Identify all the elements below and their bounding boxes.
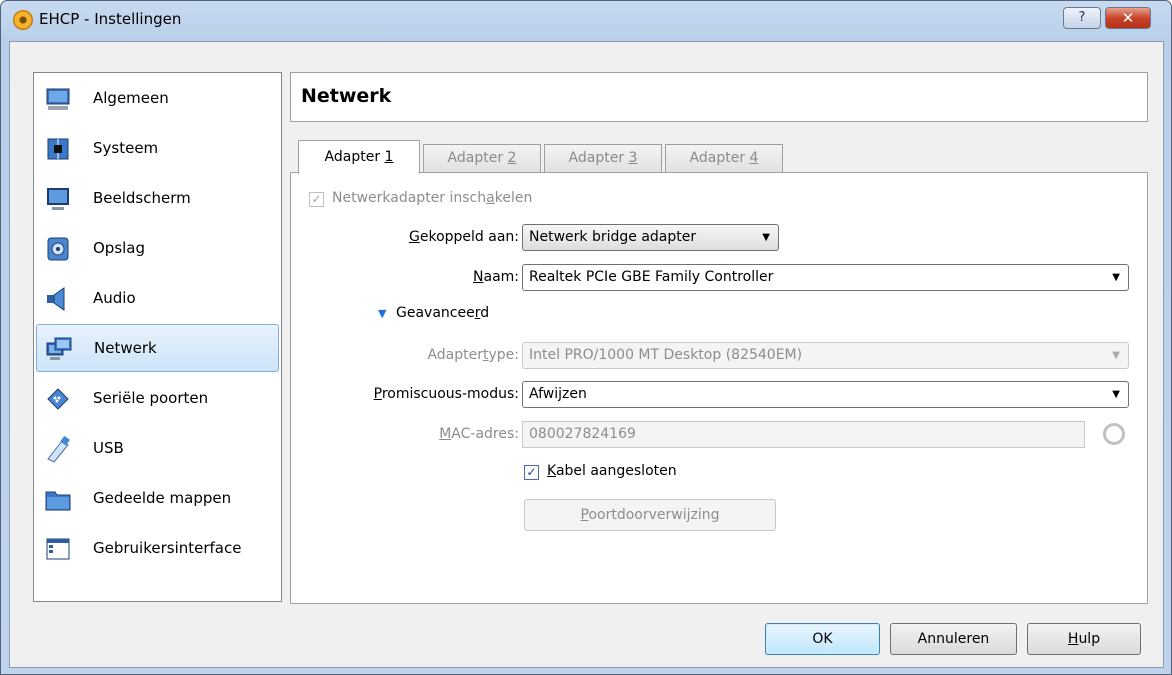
sidebar-item-label: Netwerk xyxy=(94,339,157,357)
sidebar-item-label: Algemeen xyxy=(93,89,169,107)
cable-connected-label: Kabel aangesloten xyxy=(547,463,677,479)
sidebar-item-netwerk[interactable]: Netwerk xyxy=(36,324,279,372)
speaker-icon xyxy=(47,287,65,311)
expand-triangle-icon: ▼ xyxy=(378,307,387,320)
sidebar-item-label: Seriële poorten xyxy=(93,389,209,407)
help-title-button[interactable]: ? xyxy=(1063,7,1101,29)
folder-icon xyxy=(45,491,71,511)
refresh-mac-icon[interactable] xyxy=(1103,423,1125,445)
sidebar-item-audio[interactable]: Audio xyxy=(36,275,279,323)
enable-adapter-checkbox[interactable]: ✓ xyxy=(309,192,324,207)
port-forwarding-button[interactable]: Poortdoorverwijzing xyxy=(524,499,776,531)
monitor-icon xyxy=(46,88,70,110)
dropdown-arrow-icon: ▼ xyxy=(1112,389,1120,400)
title-bar[interactable]: EHCP - Instellingen ? ✕ xyxy=(1,1,1171,41)
settings-window: EHCP - Instellingen ? ✕ Algemeen Systeem… xyxy=(0,0,1172,675)
sidebar-item-label: Opslag xyxy=(93,239,146,257)
dropdown-arrow-icon: ▼ xyxy=(1112,350,1120,361)
dropdown-arrow-icon: ▼ xyxy=(1112,272,1120,283)
sidebar-item-label: USB xyxy=(93,439,124,457)
sidebar-item-opslag[interactable]: Opslag xyxy=(36,225,279,273)
cancel-button[interactable]: Annuleren xyxy=(890,623,1017,655)
ok-button[interactable]: OK xyxy=(765,623,880,655)
dialog-client: Algemeen Systeem Beeldscherm Opslag Audi… xyxy=(9,41,1164,668)
sidebar-item-algemeen[interactable]: Algemeen xyxy=(36,75,279,123)
settings-sidebar: Algemeen Systeem Beeldscherm Opslag Audi… xyxy=(33,72,282,602)
enable-adapter-label: Netwerkadapter inschakelen xyxy=(332,190,533,206)
name-label: Naam: xyxy=(473,269,519,285)
chip-icon xyxy=(47,138,69,160)
app-gear-icon xyxy=(13,10,33,30)
mac-address-field[interactable]: 080027824169 xyxy=(522,421,1085,448)
sidebar-item-usb[interactable]: USB xyxy=(36,425,279,473)
tab-adapter-1[interactable]: Adapter 1 xyxy=(298,140,420,174)
attached-to-label: Gekoppeld aan: xyxy=(408,229,519,245)
ui-window-icon xyxy=(46,538,70,560)
sidebar-item-label: Gedeelde mappen xyxy=(93,489,232,507)
usb-icon xyxy=(47,435,70,463)
sidebar-item-label: Audio xyxy=(93,289,136,307)
advanced-label: Geavanceerd xyxy=(396,305,490,321)
attached-to-select[interactable]: Netwerk bridge adapter ▼ xyxy=(522,224,779,251)
promiscuous-select[interactable]: Afwijzen ▼ xyxy=(522,381,1129,408)
sidebar-item-label: Beeldscherm xyxy=(93,189,191,207)
tab-adapter-4[interactable]: Adapter 4 xyxy=(665,144,783,173)
adapter-type-label: Adaptertype: xyxy=(427,347,519,363)
page-title: Netwerk xyxy=(301,85,392,107)
sidebar-item-gebruikersinterface[interactable]: Gebruikersinterface xyxy=(36,525,279,573)
window-title: EHCP - Instellingen xyxy=(39,10,182,28)
display-icon xyxy=(47,188,69,210)
disk-icon xyxy=(47,237,69,261)
cable-connected-checkbox[interactable]: ✓ xyxy=(524,465,539,480)
adapter-panel: ✓ Netwerkadapter inschakelen Gekoppeld a… xyxy=(290,172,1148,604)
sidebar-item-label: Systeem xyxy=(93,139,159,157)
network-icon xyxy=(46,337,72,360)
help-button[interactable]: Hulp xyxy=(1027,623,1141,655)
page-header: Netwerk xyxy=(290,72,1148,122)
sidebar-item-beeldscherm[interactable]: Beeldscherm xyxy=(36,175,279,223)
sidebar-item-gedeelde-mappen[interactable]: Gedeelde mappen xyxy=(36,475,279,523)
sidebar-item-systeem[interactable]: Systeem xyxy=(36,125,279,173)
mac-label: MAC-adres: xyxy=(439,426,519,442)
dropdown-arrow-icon: ▼ xyxy=(762,232,770,243)
promiscuous-label: Promiscuous-modus: xyxy=(373,386,519,402)
sidebar-item-label: Gebruikersinterface xyxy=(93,539,242,557)
adapter-type-select[interactable]: Intel PRO/1000 MT Desktop (82540EM) ▼ xyxy=(522,342,1129,369)
tab-adapter-3[interactable]: Adapter 3 xyxy=(544,144,662,173)
serial-port-icon xyxy=(47,388,69,410)
sidebar-item-seriele-poorten[interactable]: Seriële poorten xyxy=(36,375,279,423)
adapter-name-select[interactable]: Realtek PCIe GBE Family Controller ▼ xyxy=(522,264,1129,291)
tab-adapter-2[interactable]: Adapter 2 xyxy=(423,144,541,173)
close-button[interactable]: ✕ xyxy=(1105,7,1151,29)
